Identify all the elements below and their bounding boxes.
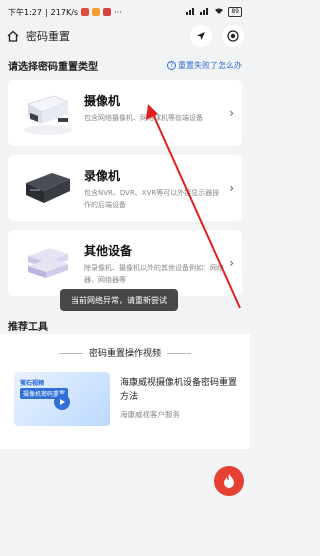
card-description: 包含NVR、DVR、XVR等可以外接显示器操作的后端设备 bbox=[84, 189, 220, 209]
status-right: 89 bbox=[186, 7, 242, 17]
help-link-label: 重置失败了怎么办 bbox=[178, 61, 242, 70]
header-actions bbox=[190, 25, 244, 47]
home-icon[interactable] bbox=[6, 29, 20, 43]
signal-icon bbox=[200, 7, 210, 17]
video-title[interactable]: 海康威视摄像机设备密码重置方法 bbox=[120, 376, 240, 404]
assistant-fab-button[interactable] bbox=[214, 466, 244, 496]
other-device-icon bbox=[28, 248, 68, 278]
card-description: 除录像机、摄像机以外的其他设备例如：网络器、网络器等 bbox=[84, 264, 224, 284]
device-card-other[interactable]: 其他设备 除录像机、摄像机以外的其他设备例如：网络器、网络器等 › bbox=[8, 230, 242, 296]
status-time: 下午1:27 bbox=[8, 7, 42, 17]
help-link[interactable]: ? 重置失败了怎么办 bbox=[167, 60, 242, 71]
location-button[interactable] bbox=[190, 25, 212, 47]
target-icon bbox=[227, 30, 239, 42]
card-title: 其他设备 bbox=[84, 244, 133, 258]
video-source: 海康威视客户服务 bbox=[120, 410, 180, 419]
notification-app-icon bbox=[81, 8, 90, 16]
question-icon: ? bbox=[167, 61, 176, 70]
device-card-camera[interactable]: 摄像机 包含网络摄像机、网络球机等前端设备 › bbox=[8, 80, 242, 146]
notification-app-icon bbox=[103, 8, 112, 16]
video-badge: 萤石视频 bbox=[20, 380, 45, 387]
more-notifications-icon: ··· bbox=[114, 7, 122, 17]
section-header: 请选择密码重置类型 ? 重置失败了怎么办 bbox=[8, 58, 242, 73]
video-tool-card: 密码重置操作视频 萤石视频 摄像机密码重置 海康威视摄像机设备密码重置方法 海康… bbox=[0, 334, 250, 449]
status-divider: | bbox=[44, 7, 48, 17]
play-icon[interactable] bbox=[54, 394, 70, 410]
wifi-icon bbox=[214, 7, 224, 17]
flame-icon bbox=[224, 474, 234, 488]
video-section-title: 密码重置操作视频 bbox=[0, 346, 250, 359]
chevron-right-icon: › bbox=[229, 181, 234, 195]
status-bar: 下午1:27 | 217K/s ··· 89 bbox=[0, 0, 250, 24]
video-thumbnail[interactable]: 萤石视频 摄像机密码重置 bbox=[14, 372, 110, 426]
battery-icon: 89 bbox=[228, 7, 242, 17]
chevron-right-icon: › bbox=[229, 106, 234, 120]
location-arrow-icon bbox=[197, 32, 205, 40]
status-left: 下午1:27 | 217K/s ··· bbox=[8, 7, 122, 18]
camera-device-icon bbox=[24, 95, 72, 135]
card-title: 录像机 bbox=[84, 169, 121, 183]
header: 密码重置 bbox=[0, 24, 250, 48]
card-description: 包含网络摄像机、网络球机等前端设备 bbox=[84, 114, 203, 122]
device-card-recorder[interactable]: 录像机 包含NVR、DVR、XVR等可以外接显示器操作的后端设备 › bbox=[8, 155, 242, 221]
toast-message: 当前网络异常，请重新尝试 bbox=[60, 289, 178, 311]
tools-section-title: 推荐工具 bbox=[8, 322, 48, 333]
status-speed: 217K/s bbox=[50, 7, 79, 17]
recorder-device-icon bbox=[26, 173, 70, 203]
chevron-right-icon: › bbox=[229, 256, 234, 270]
card-title: 摄像机 bbox=[84, 94, 121, 108]
notification-app-icon bbox=[92, 8, 101, 16]
section-title: 请选择密码重置类型 bbox=[8, 62, 98, 73]
page-title: 密码重置 bbox=[26, 30, 70, 43]
record-button[interactable] bbox=[222, 25, 244, 47]
signal-icon bbox=[186, 7, 196, 17]
